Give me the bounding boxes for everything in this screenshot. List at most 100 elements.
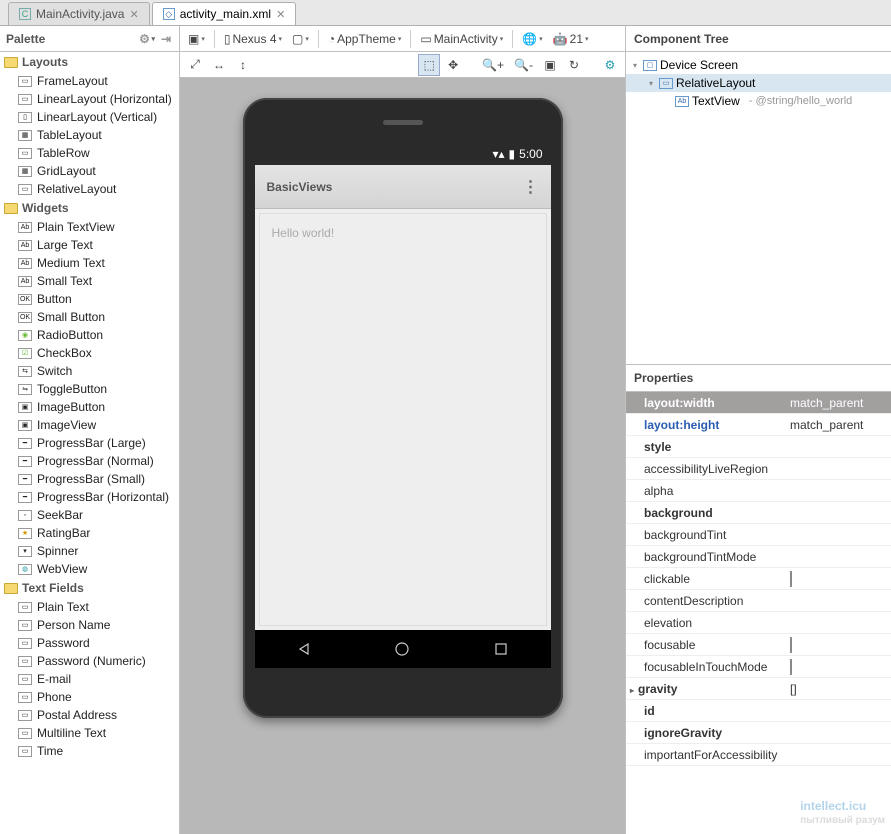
expand-arrow-icon[interactable]: ▾ (646, 79, 656, 88)
checkbox[interactable] (790, 571, 792, 587)
property-row[interactable]: backgroundTint (626, 524, 891, 546)
property-row[interactable]: layout:heightmatch_parent (626, 414, 891, 436)
api-button[interactable]: 🤖21▾ (549, 28, 593, 50)
device-screen[interactable]: ▾▴ ▮ 5:00 BasicViews ⋮ Hello world! (255, 143, 551, 668)
expand-icon[interactable]: ⤢ (184, 54, 206, 76)
gear-icon[interactable]: ⚙ (137, 32, 151, 46)
palette-item[interactable]: ▭TableRow (0, 144, 179, 162)
tree-node[interactable]: ▾▢Device Screen (626, 56, 891, 74)
refresh-icon[interactable]: ↻ (563, 54, 585, 76)
recents-icon[interactable] (491, 639, 511, 659)
property-row[interactable]: background (626, 502, 891, 524)
palette-item[interactable]: AbMedium Text (0, 254, 179, 272)
property-row[interactable]: ignoreGravity (626, 722, 891, 744)
palette-item[interactable]: ▭Time (0, 742, 179, 760)
property-value[interactable]: match_parent (784, 418, 891, 432)
property-value[interactable] (784, 572, 891, 586)
textview-preview[interactable]: Hello world! (272, 226, 335, 240)
palette-item[interactable]: AbPlain TextView (0, 218, 179, 236)
property-row[interactable]: elevation (626, 612, 891, 634)
palette-item[interactable]: OKSmall Button (0, 308, 179, 326)
palette-item[interactable]: ◍WebView (0, 560, 179, 578)
close-icon[interactable]: ✕ (276, 8, 285, 21)
palette-item[interactable]: ▾Spinner (0, 542, 179, 560)
zoom-fit-icon[interactable]: ▣ (539, 54, 561, 76)
preview-content[interactable]: Hello world! (259, 213, 547, 626)
property-row[interactable]: alpha (626, 480, 891, 502)
palette-item[interactable]: ▭Postal Address (0, 706, 179, 724)
palette-item[interactable]: ▯LinearLayout (Vertical) (0, 108, 179, 126)
zoom-in-icon[interactable]: 🔍+ (478, 54, 508, 76)
tree-node[interactable]: AbTextView- @string/hello_world (626, 92, 891, 110)
property-value[interactable]: match_parent (784, 396, 891, 410)
property-row[interactable]: clickable (626, 568, 891, 590)
property-value[interactable] (784, 660, 891, 674)
property-value[interactable]: [] (784, 682, 891, 696)
zoom-out-icon[interactable]: 🔍- (510, 54, 537, 76)
properties-table[interactable]: layout:widthmatch_parentlayout:heightmat… (626, 392, 891, 834)
palette-item[interactable]: AbLarge Text (0, 236, 179, 254)
palette-item[interactable]: ★RatingBar (0, 524, 179, 542)
palette-item[interactable]: ▭RelativeLayout (0, 180, 179, 198)
palette-item[interactable]: ▣ImageView (0, 416, 179, 434)
expand-arrow-icon[interactable]: ▾ (630, 61, 640, 70)
locale-button[interactable]: 🌐▾ (518, 28, 546, 50)
tab-activitymain[interactable]: ◇ activity_main.xml ✕ (152, 2, 297, 25)
height-icon[interactable]: ↕ (232, 54, 254, 76)
preview-stage[interactable]: ▾▴ ▮ 5:00 BasicViews ⋮ Hello world! (180, 78, 625, 834)
tab-mainactivity[interactable]: C MainActivity.java ✕ (8, 2, 150, 25)
palette-item[interactable]: ▭E-mail (0, 670, 179, 688)
settings-gear-icon[interactable]: ⚙ (599, 54, 621, 76)
checkbox[interactable] (790, 637, 792, 653)
palette-item[interactable]: ▭LinearLayout (Horizontal) (0, 90, 179, 108)
palette-item[interactable]: ◦SeekBar (0, 506, 179, 524)
property-row[interactable]: backgroundTintMode (626, 546, 891, 568)
palette-item[interactable]: ☑CheckBox (0, 344, 179, 362)
close-icon[interactable]: ✕ (129, 8, 138, 21)
palette-item[interactable]: ━ProgressBar (Normal) (0, 452, 179, 470)
palette-item[interactable]: ▭Phone (0, 688, 179, 706)
property-row[interactable]: ▸gravity[] (626, 678, 891, 700)
back-icon[interactable] (294, 639, 314, 659)
palette-item[interactable]: ▭Password (0, 634, 179, 652)
property-row[interactable]: accessibilityLiveRegion (626, 458, 891, 480)
select-tool[interactable]: ⬚ (418, 54, 440, 76)
context-button[interactable]: ▭ MainActivity▾ (416, 28, 507, 50)
palette-item[interactable]: ━ProgressBar (Large) (0, 434, 179, 452)
property-row[interactable]: id (626, 700, 891, 722)
component-tree[interactable]: ▾▢Device Screen▾▭RelativeLayoutAbTextVie… (626, 52, 891, 114)
theme-button[interactable]: ◔ AppTheme▾ (324, 28, 405, 50)
palette-item[interactable]: ━ProgressBar (Horizontal) (0, 488, 179, 506)
palette-item[interactable]: ▭Multiline Text (0, 724, 179, 742)
palette-item[interactable]: ▦TableLayout (0, 126, 179, 144)
palette-category[interactable]: Widgets (0, 198, 179, 218)
property-row[interactable]: focusable (626, 634, 891, 656)
palette-item[interactable]: ━ProgressBar (Small) (0, 470, 179, 488)
property-row[interactable]: style (626, 436, 891, 458)
palette-category[interactable]: Text Fields (0, 578, 179, 598)
tree-node[interactable]: ▾▭RelativeLayout (626, 74, 891, 92)
property-row[interactable]: importantForAccessibility (626, 744, 891, 766)
palette-item[interactable]: ⇆Switch (0, 362, 179, 380)
property-row[interactable]: contentDescription (626, 590, 891, 612)
pan-tool[interactable]: ✥ (442, 54, 464, 76)
palette-item[interactable]: ⇋ToggleButton (0, 380, 179, 398)
palette-category[interactable]: Layouts (0, 52, 179, 72)
viewport-button[interactable]: ▣▾ (184, 28, 209, 50)
palette-item[interactable]: ◉RadioButton (0, 326, 179, 344)
property-row[interactable]: layout:widthmatch_parent (626, 392, 891, 414)
palette-item[interactable]: ▭FrameLayout (0, 72, 179, 90)
property-row[interactable]: focusableInTouchMode (626, 656, 891, 678)
device-button[interactable]: ▯ Nexus 4▾ (220, 28, 286, 50)
palette-item[interactable]: AbSmall Text (0, 272, 179, 290)
palette-item[interactable]: ▭Password (Numeric) (0, 652, 179, 670)
property-value[interactable] (784, 638, 891, 652)
home-icon[interactable] (392, 639, 412, 659)
overflow-icon[interactable]: ⋮ (523, 177, 539, 197)
collapse-icon[interactable]: ⇥ (159, 32, 173, 46)
width-icon[interactable]: ↔ (208, 54, 230, 76)
checkbox[interactable] (790, 659, 792, 675)
palette-item[interactable]: ▣ImageButton (0, 398, 179, 416)
palette-item[interactable]: ▭Person Name (0, 616, 179, 634)
expand-arrow-icon[interactable]: ▸ (630, 686, 634, 695)
